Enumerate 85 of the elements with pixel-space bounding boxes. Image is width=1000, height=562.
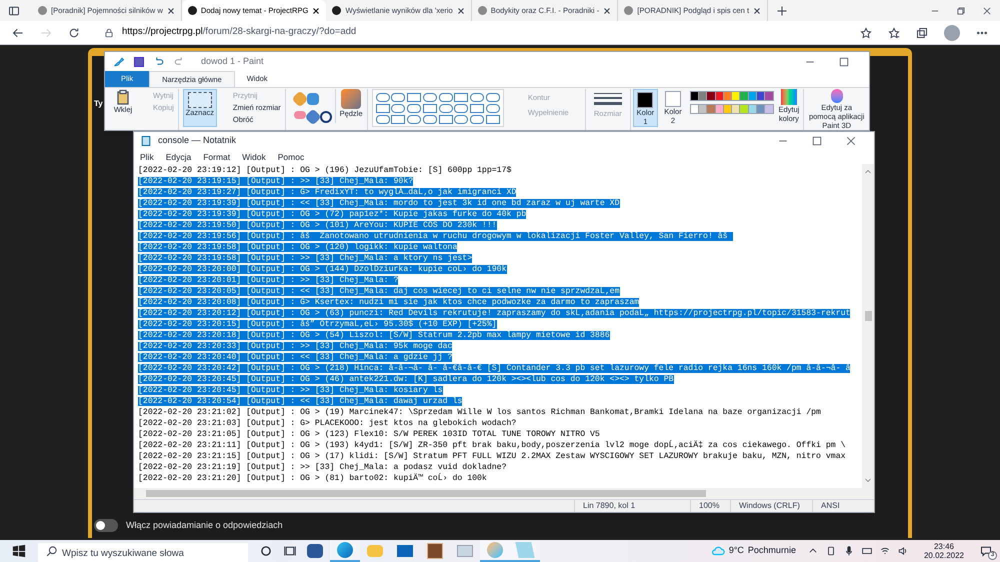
add-favorite-icon[interactable] xyxy=(860,26,872,38)
color-swatch xyxy=(664,91,681,107)
wifi-icon[interactable] xyxy=(880,546,890,556)
log-line: [2022-02-20 23:21:02] [Output] : OG > (19) Marcinek47: \Sprzedam Wille W los santos Richman Bankomat,Bramki Idelana na baze organizacji /pm xyxy=(138,408,821,417)
menu-item[interactable]: Widok xyxy=(242,150,266,164)
maximize-icon[interactable] xyxy=(839,57,849,67)
palette-swatch[interactable] xyxy=(739,104,750,114)
temperature[interactable]: 9°C xyxy=(728,544,744,558)
tab-actions-icon[interactable] xyxy=(8,4,20,16)
menu-item[interactable]: Format xyxy=(203,150,230,164)
back-icon[interactable] xyxy=(12,26,24,38)
menu-item[interactable]: Edycja xyxy=(166,150,192,164)
close-icon[interactable] xyxy=(846,136,856,146)
search-icon xyxy=(46,545,58,557)
scrollbar-thumb[interactable] xyxy=(146,490,706,497)
paint3d-icon xyxy=(830,89,843,103)
task-view-icon[interactable] xyxy=(284,545,296,557)
speaker-icon[interactable] xyxy=(898,546,908,556)
palette-swatch[interactable] xyxy=(739,91,750,101)
log-line: [2022-02-20 23:21:20] [Output] : OG > (81) barto02: kupiÄ™ coĹ› do 100k xyxy=(138,474,487,483)
scrollbar-thumb[interactable] xyxy=(864,311,872,321)
log-line: [2022-02-20 23:21:15] [Output] : OG > (17) klidi: [S/W] Stratum PFT FULL WIZU 2.2MAX Zestaw WYSCIGOWY SET LAZUROWY brakuje baku, MZN, nitro vmax xyxy=(138,452,846,461)
close-icon[interactable] xyxy=(166,6,175,14)
log-line: [2022-02-20 23:21:19] [Output] : >> [33] Chej_Mala: a podasz vuid dokladne? xyxy=(138,463,506,472)
menu-item[interactable]: Plik xyxy=(140,150,154,164)
selection-icon xyxy=(188,92,212,108)
menu-item[interactable]: Pomoc xyxy=(278,150,304,164)
close-icon[interactable] xyxy=(982,6,992,16)
lock-icon xyxy=(104,28,114,38)
status-field: Lin 7890, kol 1 xyxy=(574,500,690,512)
status-field: Windows (CRLF) xyxy=(730,500,812,512)
restore-icon[interactable] xyxy=(956,6,966,16)
message-icon xyxy=(980,545,992,557)
status-field: 100% xyxy=(690,500,730,512)
toggle-switch[interactable] xyxy=(94,518,118,532)
microphone-icon[interactable] xyxy=(844,546,854,556)
page-heading: Ty xyxy=(94,98,103,110)
scroll-down-icon[interactable] xyxy=(864,476,872,484)
log-line: [2022-02-20 23:21:11] [Output] : OG > (193) k4yd1: [S/W] ZR-350 pft brak baku,body,poszerzenia lvl2 moge dopĹ‚aciÄ‡ za cos ciekawego. Offki pm \ xyxy=(138,441,846,450)
palette-swatch[interactable] xyxy=(690,91,700,101)
clock[interactable]: 23:46 20.02.2022 xyxy=(916,542,972,560)
palette-swatch[interactable] xyxy=(690,104,700,114)
line-sizes-icon xyxy=(594,93,622,105)
close-icon[interactable] xyxy=(603,6,612,14)
cortana-icon[interactable] xyxy=(260,545,272,557)
url-text: https://projectrpg.pl/forum/28-skargi-na-graczy/?do=add xyxy=(122,25,356,40)
keyboard-icon[interactable] xyxy=(862,546,872,556)
maximize-icon[interactable] xyxy=(812,136,822,146)
brush-icon xyxy=(341,89,362,109)
browser-icon[interactable] xyxy=(330,540,360,562)
cloud-icon xyxy=(710,544,725,558)
close-icon[interactable] xyxy=(456,6,465,14)
favorites-icon[interactable] xyxy=(888,26,900,38)
device-icon[interactable] xyxy=(826,546,836,556)
clock-time: 23:46 xyxy=(934,542,954,551)
refresh-icon[interactable] xyxy=(68,26,80,38)
clock-date: 20.02.2022 xyxy=(924,551,964,560)
window-title: dowod 1 - Paint xyxy=(201,55,264,68)
horizontal-scrollbar[interactable] xyxy=(134,488,874,499)
log-line: [2022-02-20 23:19:12] [Output] : OG > (196) JezuUfamTobie: [S] 600pp 1pp=17$ xyxy=(138,166,512,175)
new-tab-icon[interactable] xyxy=(776,4,788,16)
save-icon[interactable] xyxy=(133,56,145,68)
color-swatch xyxy=(637,92,654,108)
window-title: console — Notatnik xyxy=(158,134,236,148)
notepad-app-icon xyxy=(140,135,152,147)
palette-swatch[interactable] xyxy=(764,91,774,101)
log-line: [2022-02-20 23:21:05] [Output] : OG > (123) Flex10: S/W PEREK 103ID TOTAL TUNE TOROWY NITRO V5 xyxy=(138,430,600,439)
status-field: ANSI xyxy=(812,500,874,512)
collections-icon[interactable] xyxy=(916,26,928,38)
palette-swatch[interactable] xyxy=(706,104,716,114)
palette-swatch[interactable] xyxy=(764,104,774,114)
log-line: [2022-02-20 23:21:03] [Output] : G> PLACEKOOO: jest ktos na glebokich wodach? xyxy=(138,419,516,428)
paint-app-icon xyxy=(113,56,125,68)
color-spectrum-icon xyxy=(780,89,797,105)
shapes-gallery[interactable] xyxy=(372,89,504,127)
scroll-up-icon[interactable] xyxy=(864,168,872,176)
toggle-label: Włącz powiadamianie o odpowiedziach xyxy=(126,518,283,532)
close-icon[interactable] xyxy=(753,6,762,14)
palette-swatch[interactable] xyxy=(706,91,716,101)
profile-avatar[interactable] xyxy=(944,24,960,40)
close-icon[interactable] xyxy=(312,6,320,14)
vertical-scrollbar[interactable] xyxy=(862,164,874,488)
windows-start-icon[interactable] xyxy=(12,544,26,558)
search-field[interactable]: Wpisz tu wyszukiwane słowa xyxy=(38,542,248,562)
weather-text[interactable]: Pochmurnie xyxy=(748,544,796,558)
